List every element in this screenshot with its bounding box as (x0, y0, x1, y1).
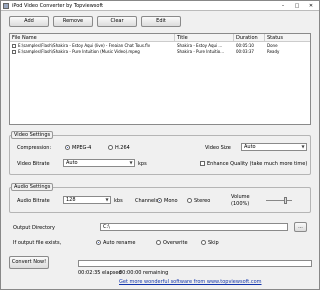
video-bitrate-unit: kps (138, 161, 147, 167)
file-list[interactable]: File Name Title Duration Status E:\sampl… (9, 33, 311, 125)
channels-label: Channels (135, 198, 159, 204)
auto-rename-radio[interactable] (96, 240, 101, 245)
stereo-radio[interactable] (187, 198, 192, 203)
website-link[interactable]: Get more wonderful software from www.top… (119, 279, 262, 285)
chevron-down-icon[interactable]: ▼ (300, 144, 306, 150)
progress-bar (78, 260, 312, 267)
column-header-file-name[interactable]: File Name (12, 35, 37, 41)
skip-radio[interactable] (201, 240, 206, 245)
output-directory-field[interactable]: C:\ (100, 223, 288, 231)
mpeg4-label: MPEG-4 (72, 145, 92, 151)
video-size-label: Video Size (205, 145, 231, 151)
column-header-title[interactable]: Title (177, 35, 188, 41)
skip-label: Skip (208, 240, 219, 246)
remove-button[interactable]: Remove (53, 16, 93, 27)
maximize-icon[interactable]: □ (291, 2, 303, 10)
volume-slider-track[interactable] (266, 200, 292, 201)
file-duration: 00:03:37 (236, 49, 254, 54)
video-settings-title: Video Settings (11, 131, 54, 139)
video-bitrate-select[interactable]: Auto ▼ (63, 159, 135, 167)
chevron-down-icon[interactable]: ▼ (128, 160, 134, 166)
video-size-select[interactable]: Auto ▼ (241, 143, 307, 151)
remaining-time: 00:00:00 remaining (119, 270, 169, 276)
file-status: Ready (267, 49, 280, 54)
column-header-status[interactable]: Status (267, 35, 283, 41)
app-icon (3, 3, 9, 9)
file-list-header: File Name Title Duration Status (10, 34, 310, 42)
mpeg4-radio[interactable] (65, 145, 70, 150)
h264-label: H.264 (115, 145, 130, 151)
audio-bitrate-unit: kbs (114, 198, 123, 204)
file-title: Shakira - Pure Intuitio... (177, 49, 225, 54)
column-header-duration[interactable]: Duration (236, 35, 258, 41)
close-icon[interactable]: ✕ (305, 2, 317, 10)
h264-radio[interactable] (108, 145, 113, 150)
enhance-quality-checkbox[interactable] (200, 161, 205, 166)
mono-radio[interactable] (157, 198, 162, 203)
file-checkbox[interactable] (12, 50, 16, 54)
overwrite-radio[interactable] (156, 240, 161, 245)
add-button[interactable]: Add (9, 16, 49, 27)
video-settings-group (9, 135, 311, 175)
audio-settings-title: Audio Settings (11, 183, 54, 191)
minimize-icon[interactable]: – (277, 2, 289, 10)
output-exists-label: If output file exists, (13, 240, 62, 246)
clear-button[interactable]: Clear (97, 16, 137, 27)
file-row[interactable]: E:\samples\Flash\Shakira - Pure Intuitio… (10, 49, 310, 55)
enhance-quality-label: Enhance Quality (take much more time) (207, 161, 308, 167)
file-checkbox[interactable] (12, 44, 16, 48)
video-bitrate-value: Auto (66, 160, 78, 166)
window-title: iPod Video Converter by Topviewsoft (12, 3, 104, 9)
overwrite-label: Overwrite (163, 240, 188, 246)
compression-label: Compression: (17, 145, 52, 151)
elapsed-time: 00:02:35 elapsed (78, 270, 122, 276)
audio-bitrate-value: 128 (66, 197, 76, 203)
volume-label: Volume (231, 194, 250, 200)
output-directory-value: C:\ (103, 224, 110, 230)
video-bitrate-label: Video Bitrate (17, 161, 50, 167)
file-name: E:\samples\Flash\Shakira - Pure Intuitio… (18, 49, 140, 54)
mono-label: Mono (164, 198, 178, 204)
volume-slider-knob[interactable] (284, 197, 287, 204)
title-bar: iPod Video Converter by Topviewsoft – □ … (1, 1, 319, 11)
convert-now-button[interactable]: Convert Now! (9, 256, 49, 269)
video-size-value: Auto (244, 144, 256, 150)
stereo-label: Stereo (194, 198, 211, 204)
audio-bitrate-select[interactable]: 128 ▼ (63, 196, 111, 204)
edit-button[interactable]: Edit (141, 16, 181, 27)
output-directory-label: Output Directory (13, 225, 56, 231)
auto-rename-label: Auto rename (103, 240, 136, 246)
chevron-down-icon[interactable]: ▼ (104, 197, 110, 203)
browse-button[interactable]: ... (294, 222, 307, 232)
audio-bitrate-label: Audio Bitrate (17, 198, 50, 204)
volume-value: (100%) (231, 201, 250, 207)
main-window: iPod Video Converter by Topviewsoft – □ … (0, 0, 320, 290)
